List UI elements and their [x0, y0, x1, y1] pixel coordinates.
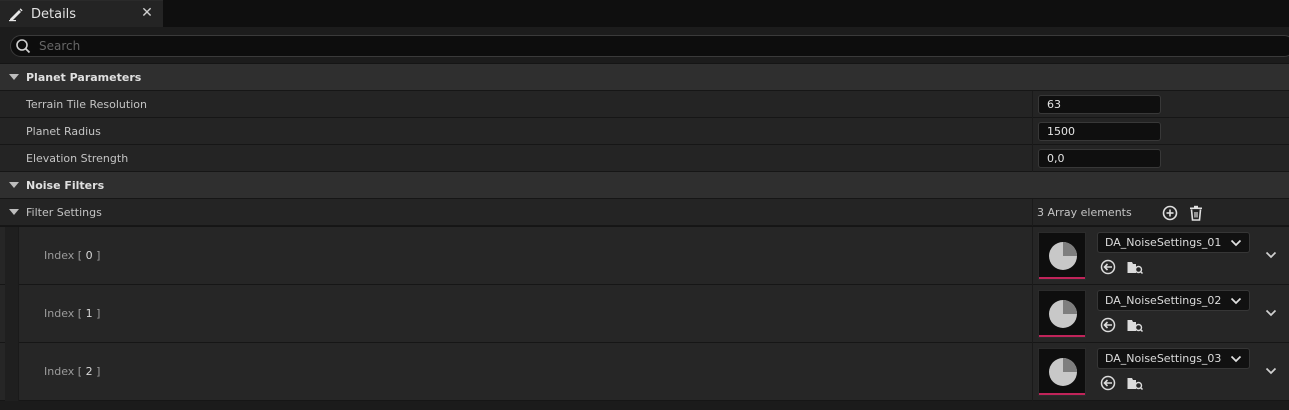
search-icon	[16, 39, 31, 54]
browse-to-asset-icon[interactable]	[1126, 316, 1144, 334]
property-label: Filter Settings	[26, 206, 102, 219]
trash-icon[interactable]	[1187, 204, 1205, 222]
pie-chart-icon	[1049, 358, 1077, 386]
search-input[interactable]	[39, 38, 1239, 54]
property-label: Terrain Tile Resolution	[26, 98, 147, 111]
collapse-arrow-icon[interactable]	[9, 209, 19, 215]
asset-name: DA_NoiseSettings_01	[1105, 236, 1222, 249]
close-icon[interactable]: ✕	[140, 5, 154, 21]
tab-title: Details	[31, 7, 77, 22]
asset-picker-dropdown[interactable]: DA_NoiseSettings_02	[1097, 290, 1250, 311]
property-label: Planet Radius	[26, 125, 101, 138]
column-divider[interactable]	[1032, 91, 1033, 118]
indent-gutter	[5, 343, 19, 401]
use-selected-asset-icon[interactable]	[1099, 316, 1117, 334]
asset-type-underline	[1039, 277, 1085, 279]
pencil-icon	[9, 8, 23, 22]
browse-to-asset-icon[interactable]	[1126, 374, 1144, 392]
column-divider[interactable]	[1032, 145, 1033, 172]
array-element-2: Index [ 2 ] DA_NoiseSettings_03	[0, 343, 1289, 401]
asset-thumbnail[interactable]	[1038, 290, 1086, 338]
array-count: 3 Array elements	[1037, 206, 1132, 219]
column-divider[interactable]	[1032, 343, 1033, 401]
category-label: Noise Filters	[26, 179, 105, 192]
property-row-elevation-strength: Elevation Strength	[0, 145, 1289, 172]
pie-chart-icon	[1049, 242, 1077, 270]
expand-chevron-icon[interactable]	[1264, 248, 1278, 262]
property-row-planet-radius: Planet Radius	[0, 118, 1289, 145]
asset-picker-dropdown[interactable]: DA_NoiseSettings_03	[1097, 348, 1250, 369]
index-label: Index [ 2 ]	[44, 365, 101, 378]
planet-radius-input[interactable]	[1038, 122, 1161, 141]
asset-picker-dropdown[interactable]: DA_NoiseSettings_01	[1097, 232, 1250, 253]
category-planet-parameters[interactable]: Planet Parameters	[0, 64, 1289, 91]
panel-bottom-edge	[0, 401, 1289, 410]
search-box[interactable]	[10, 35, 1289, 57]
pie-chart-icon	[1049, 300, 1077, 328]
browse-to-asset-icon[interactable]	[1126, 258, 1144, 276]
chevron-down-icon	[1230, 355, 1242, 363]
column-divider[interactable]	[1032, 199, 1033, 226]
terrain-tile-resolution-input[interactable]	[1038, 95, 1161, 114]
asset-thumbnail[interactable]	[1038, 232, 1086, 280]
array-element-0: Index [ 0 ] DA_NoiseSettings_01	[0, 227, 1289, 285]
category-noise-filters[interactable]: Noise Filters	[0, 172, 1289, 199]
filter-settings-array-row[interactable]: Filter Settings 3 Array elements	[0, 199, 1289, 226]
index-label: Index [ 1 ]	[44, 307, 101, 320]
indent-gutter	[5, 227, 19, 285]
chevron-down-icon	[1230, 239, 1242, 247]
asset-type-underline	[1039, 393, 1085, 395]
chevron-down-icon	[1230, 297, 1242, 305]
use-selected-asset-icon[interactable]	[1099, 258, 1117, 276]
search-bar	[0, 27, 1289, 63]
add-element-icon[interactable]	[1161, 204, 1179, 222]
column-divider[interactable]	[1032, 227, 1033, 285]
use-selected-asset-icon[interactable]	[1099, 374, 1117, 392]
column-divider[interactable]	[1032, 118, 1033, 145]
property-label: Elevation Strength	[26, 152, 129, 165]
property-row-terrain-tile-resolution: Terrain Tile Resolution	[0, 91, 1289, 118]
collapse-arrow-icon[interactable]	[9, 182, 19, 188]
expand-chevron-icon[interactable]	[1264, 364, 1278, 378]
asset-type-underline	[1039, 335, 1085, 337]
collapse-arrow-icon[interactable]	[9, 74, 19, 80]
tab-details[interactable]: Details ✕	[0, 0, 163, 27]
column-divider[interactable]	[1032, 285, 1033, 343]
index-label: Index [ 0 ]	[44, 249, 101, 262]
asset-name: DA_NoiseSettings_03	[1105, 352, 1222, 365]
elevation-strength-input[interactable]	[1038, 149, 1161, 168]
category-label: Planet Parameters	[26, 71, 142, 84]
asset-name: DA_NoiseSettings_02	[1105, 294, 1222, 307]
tab-bar: Details ✕	[0, 0, 1289, 27]
indent-gutter	[5, 285, 19, 343]
array-element-1: Index [ 1 ] DA_NoiseSettings_02	[0, 285, 1289, 343]
asset-thumbnail[interactable]	[1038, 348, 1086, 396]
expand-chevron-icon[interactable]	[1264, 306, 1278, 320]
